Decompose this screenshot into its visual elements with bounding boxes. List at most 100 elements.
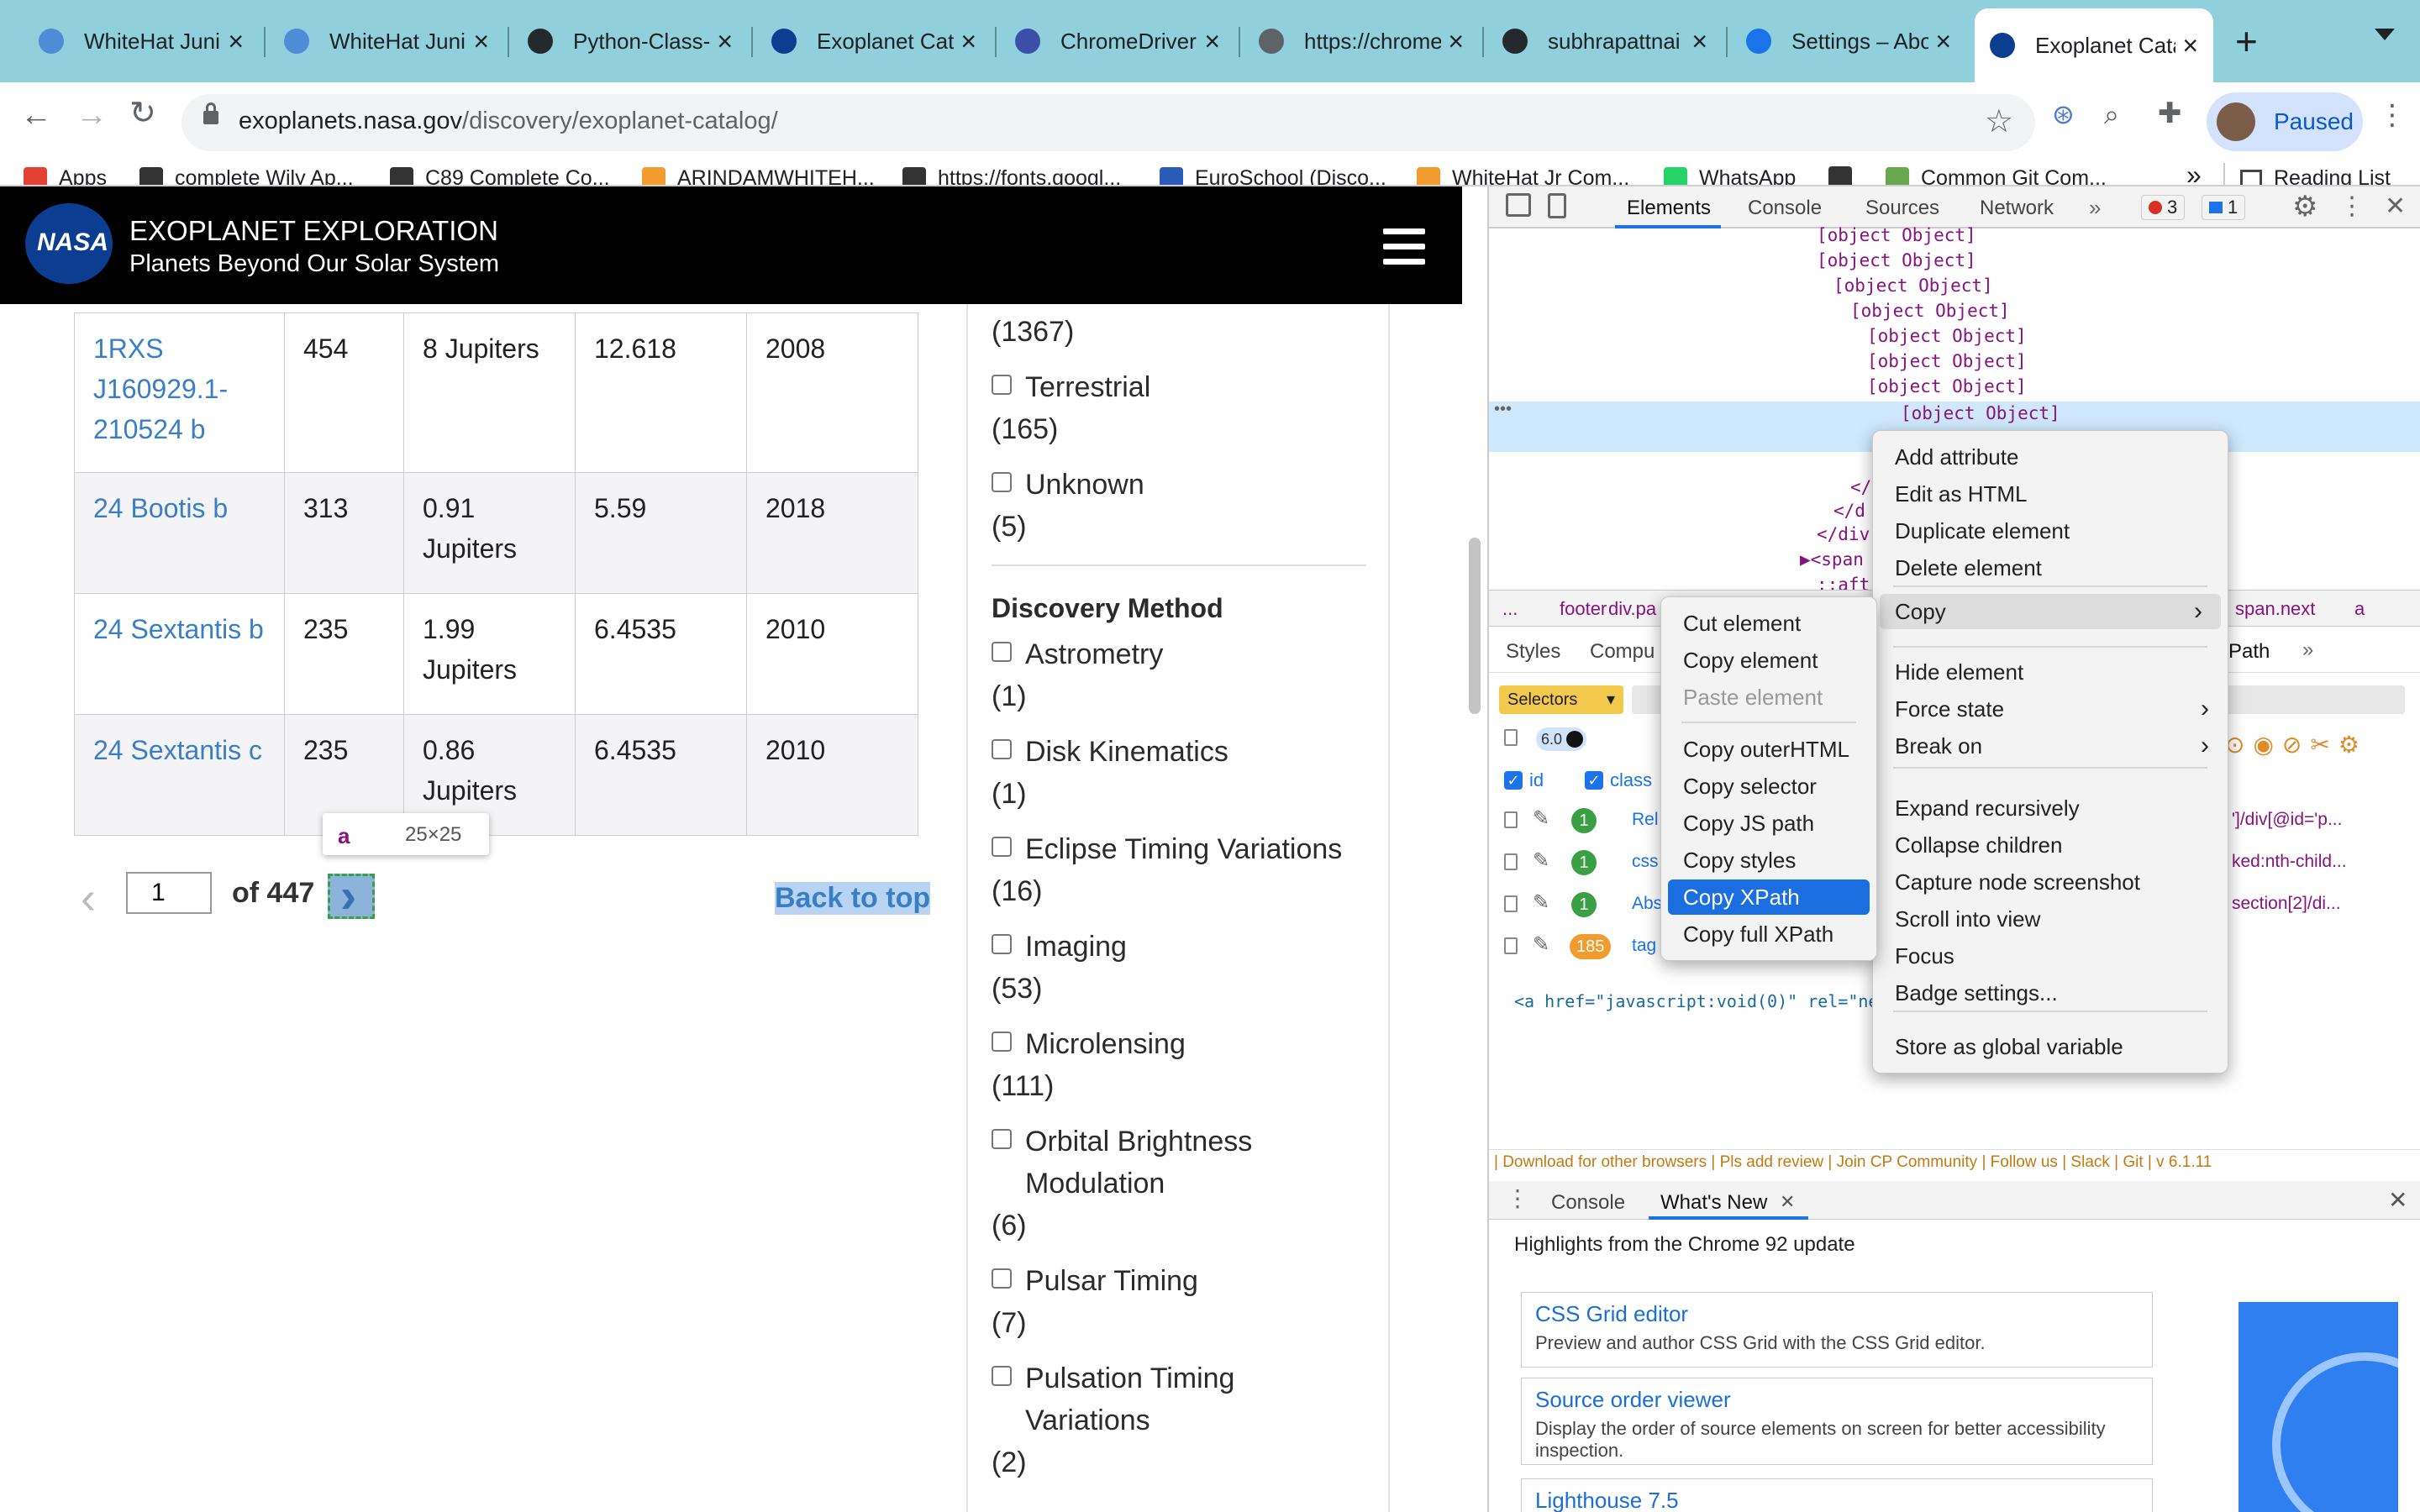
site-title[interactable]: EXOPLANET EXPLORATION — [129, 215, 498, 247]
new-tab-button[interactable]: + — [2235, 18, 2258, 64]
more-tabs-icon[interactable]: » — [2089, 195, 2101, 221]
menu-item-force-state[interactable]: Force state › — [1873, 691, 2228, 727]
dom-node[interactable]: [object Object] — [1833, 276, 1993, 296]
whats-new-card[interactable]: Lighthouse 7.5 — [1521, 1478, 2153, 1512]
filter-checkbox[interactable] — [992, 739, 1012, 759]
copy-icon[interactable] — [1504, 811, 1518, 828]
styles-subtab[interactable]: Styles — [1506, 640, 1560, 664]
submenu-item-copy-element[interactable]: Copy element — [1661, 643, 1876, 678]
edit-pencil-icon[interactable]: ✎ — [1533, 806, 1549, 831]
breadcrumb-item[interactable]: div.pa — [1608, 598, 1656, 620]
filter-label[interactable]: Microlensing — [1025, 1023, 1186, 1065]
menu-item-hide-element[interactable]: Hide element — [1873, 654, 2228, 690]
submenu-item-copy-outerhtml[interactable]: Copy outerHTML — [1661, 732, 1876, 767]
card-title[interactable]: Lighthouse 7.5 — [1535, 1488, 2139, 1512]
selected-node[interactable]: [object Object] — [1901, 403, 2060, 423]
planet-link[interactable]: 24 Sextantis b — [93, 614, 264, 644]
styles-subtab[interactable]: Compu — [1590, 640, 1655, 664]
extensions-puzzle-icon[interactable]: ✚ — [2158, 99, 2182, 128]
tab-close-icon[interactable]: × — [473, 26, 489, 57]
filter-checkbox[interactable] — [992, 1366, 1012, 1386]
settings-gear-icon[interactable]: ⚙ — [2292, 190, 2317, 223]
reload-icon[interactable]: ↻ — [129, 97, 156, 129]
filter-checkbox[interactable] — [992, 1032, 1012, 1052]
browser-tab[interactable]: Exoplanet Cata × — [756, 12, 992, 71]
forward-arrow-icon[interactable]: → — [76, 99, 108, 131]
back-to-top-link[interactable]: Back to top — [775, 882, 931, 915]
browser-tab[interactable]: Exoplanet Cata × — [1975, 8, 2213, 82]
browser-tab[interactable]: WhiteHat Juni × — [24, 12, 259, 71]
selector-value[interactable]: section[2]/di... — [2232, 894, 2341, 914]
filter-checkbox[interactable] — [992, 642, 1012, 662]
close-drawer-icon[interactable]: ✕ — [2388, 1186, 2407, 1214]
dom-node[interactable]: [object Object] — [1867, 326, 2027, 346]
browser-tab[interactable]: Python-Class- × — [513, 12, 748, 71]
planet-link[interactable]: 24 Bootis b — [93, 493, 228, 523]
whats-new-card[interactable]: Source order viewer Display the order of … — [1521, 1378, 2153, 1465]
dom-node[interactable]: [object Object] — [1817, 250, 1976, 270]
edit-pencil-icon[interactable]: ✎ — [1533, 890, 1549, 915]
whats-new-card[interactable]: CSS Grid editor Preview and author CSS Gr… — [1521, 1292, 2153, 1368]
tab-close-icon[interactable]: × — [2182, 30, 2198, 61]
tab-close-icon[interactable]: × — [1691, 26, 1707, 57]
edit-pencil-icon[interactable]: ✎ — [1533, 932, 1549, 957]
dom-node[interactable]: </div — [1817, 524, 1870, 544]
menu-item-focus[interactable]: Focus — [1873, 938, 2228, 974]
page-number-input[interactable] — [126, 872, 212, 914]
drawer-menu-icon[interactable]: ⋮ — [1506, 1184, 1529, 1212]
filter-label[interactable]: Imaging — [1025, 926, 1127, 968]
page-scrollbar-thumb[interactable] — [1469, 538, 1481, 714]
card-title[interactable]: Source order viewer — [1535, 1387, 2139, 1413]
banner-text[interactable]: | Download for other browsers | Pls add … — [1494, 1153, 2212, 1171]
submenu-item-copy-js-path[interactable]: Copy JS path — [1661, 806, 1876, 841]
filter-checkbox[interactable] — [992, 1129, 1012, 1149]
tab-close-icon[interactable]: × — [1935, 26, 1951, 57]
close-devtools-icon[interactable]: ✕ — [2385, 192, 2406, 221]
submenu-item-copy-xpath[interactable]: Copy XPath — [1668, 879, 1870, 915]
breadcrumb-item[interactable]: ... — [1502, 598, 1518, 620]
tab-search-chevron-icon[interactable] — [2375, 29, 2395, 40]
filter-label[interactable]: Terrestrial — [1025, 366, 1150, 408]
tab-close-icon[interactable]: × — [228, 26, 244, 57]
menu-item-scroll-into-view[interactable]: Scroll into view — [1873, 901, 2228, 937]
menu-item-copy[interactable]: Copy › — [1880, 594, 2221, 629]
selector-toolbar-icons[interactable]: ⊙◉⊘✂⚙ — [2225, 731, 2368, 759]
edit-pencil-icon[interactable]: ✎ — [1533, 848, 1549, 873]
submenu-item-cut-element[interactable]: Cut element — [1661, 606, 1876, 641]
subtabs-more-icon[interactable]: » — [2302, 638, 2313, 662]
url-text[interactable]: exoplanets.nasa.gov/discovery/exoplanet-… — [239, 108, 778, 135]
tab-close-icon[interactable]: × — [1448, 26, 1464, 57]
menu-item-expand-recursively[interactable]: Expand recursively — [1873, 790, 2228, 826]
menu-item-capture-node-screenshot[interactable]: Capture node screenshot — [1873, 864, 2228, 900]
device-toolbar-icon[interactable] — [1548, 193, 1566, 218]
copy-icon[interactable] — [1504, 729, 1518, 746]
nasa-logo[interactable]: NASA — [25, 203, 113, 284]
styles-subtab[interactable]: Path — [2228, 640, 2270, 664]
planet-link[interactable]: 1RXS J160929.1-210524 b — [93, 333, 228, 444]
breadcrumb-item[interactable]: footer — [1560, 598, 1607, 620]
selectors-dropdown[interactable]: Selectors ▾ — [1499, 685, 1623, 714]
next-page-button[interactable]: › — [328, 869, 375, 923]
submenu-item-copy-selector[interactable]: Copy selector — [1661, 769, 1876, 804]
devtools-tab-elements[interactable]: Elements — [1627, 197, 1711, 220]
tab-close-icon[interactable]: × — [960, 26, 976, 57]
menu-item-edit-as-html[interactable]: Edit as HTML — [1873, 476, 2228, 512]
chrome-menu-icon[interactable]: ⋮ — [2378, 101, 2407, 129]
devtools-tab-console[interactable]: Console — [1748, 197, 1822, 220]
filter-label[interactable]: Eclipse Timing Variations — [1025, 828, 1342, 870]
menu-item-collapse-children[interactable]: Collapse children — [1873, 827, 2228, 863]
drawer-tab-whats-new[interactable]: What's New — [1660, 1191, 1767, 1215]
filter-label[interactable]: Pulsation Timing — [1025, 1357, 1234, 1399]
planet-link[interactable]: 24 Sextantis c — [93, 735, 262, 765]
extension-icon-1[interactable]: ⊛ — [2052, 101, 2075, 128]
message-badge[interactable]: 1 — [2202, 195, 2246, 220]
filter-label-line2[interactable]: Modulation — [1025, 1163, 1165, 1205]
browser-tab[interactable]: WhiteHat Juni × — [269, 12, 504, 71]
filter-label[interactable]: Unknown — [1025, 464, 1144, 506]
inspect-element-icon[interactable] — [1506, 193, 1531, 217]
menu-item-store-as-global-variable[interactable]: Store as global variable — [1873, 1029, 2228, 1064]
drawer-tab-console[interactable]: Console — [1551, 1191, 1625, 1215]
back-arrow-icon[interactable]: ← — [20, 99, 52, 131]
dom-node[interactable]: ▶<span — [1800, 549, 1864, 570]
browser-tab[interactable]: Settings – Abo × — [1731, 12, 1966, 71]
